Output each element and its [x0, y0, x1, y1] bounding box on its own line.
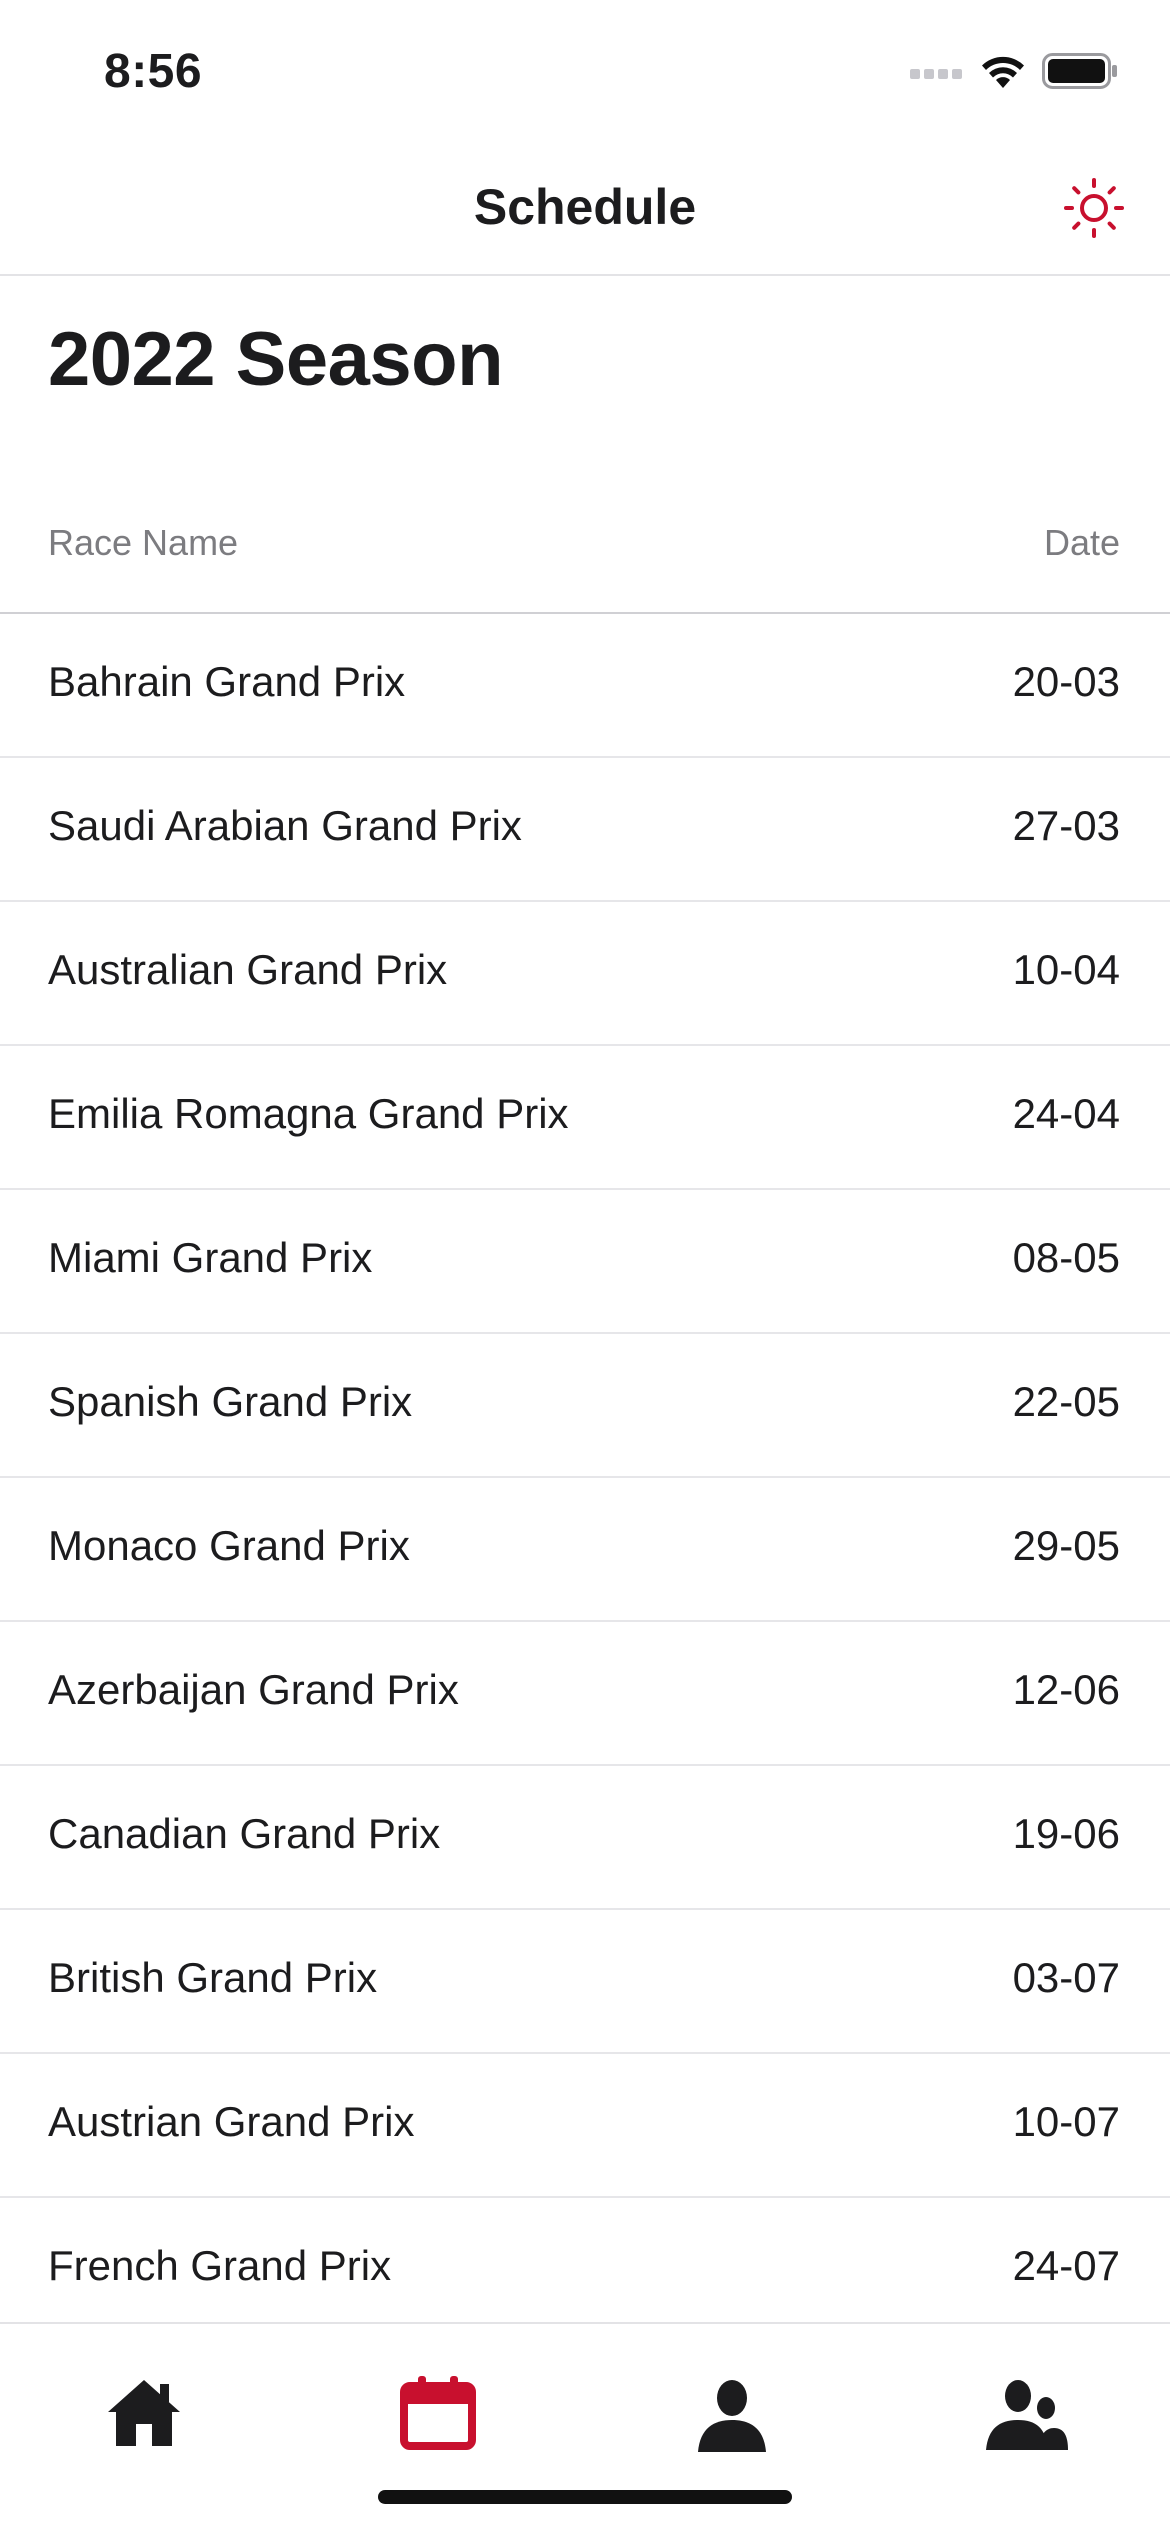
status-bar: 8:56 [0, 0, 1170, 140]
race-name: Australian Grand Prix [48, 946, 448, 993]
race-date: 10-04 [1012, 946, 1120, 993]
season-title: 2022 Season [48, 317, 504, 402]
home-indicator [378, 2490, 792, 2504]
race-name: Monaco Grand Prix [48, 1522, 410, 1569]
race-date: 27-03 [1012, 802, 1120, 849]
race-name: Saudi Arabian Grand Prix [48, 802, 522, 849]
team-icon [986, 2380, 1068, 2450]
race-name: Spanish Grand Prix [48, 1378, 413, 1425]
race-date: 12-06 [1012, 1666, 1120, 1713]
race-row[interactable]: Emilia Romagna Grand Prix 24-04 [0, 1046, 1170, 1190]
race-row[interactable]: Monaco Grand Prix 29-05 [0, 1478, 1170, 1622]
wifi-icon [982, 56, 1024, 88]
driver-icon [698, 2380, 766, 2452]
tab-drivers[interactable] [682, 2362, 782, 2462]
race-name: British Grand Prix [48, 1954, 378, 2001]
race-row[interactable]: Canadian Grand Prix 19-06 [0, 1766, 1170, 1910]
race-row[interactable]: Austrian Grand Prix 10-07 [0, 2054, 1170, 2198]
tab-home[interactable] [94, 2362, 194, 2462]
race-row[interactable]: Spanish Grand Prix 22-05 [0, 1334, 1170, 1478]
race-row[interactable]: Australian Grand Prix 10-04 [0, 902, 1170, 1046]
tab-schedule[interactable] [388, 2362, 488, 2462]
race-date: 03-07 [1012, 1954, 1120, 2001]
column-header-date: Date [1043, 522, 1120, 563]
race-name: French Grand Prix [48, 2242, 392, 2289]
race-name: Miami Grand Prix [48, 1234, 373, 1281]
race-row[interactable]: British Grand Prix 03-07 [0, 1910, 1170, 2054]
race-name: Emilia Romagna Grand Prix [48, 1090, 569, 1137]
race-name: Austrian Grand Prix [48, 2098, 415, 2145]
race-row[interactable]: French Grand Prix 24-07 [0, 2198, 1170, 2342]
race-date: 10-07 [1012, 2098, 1120, 2145]
race-row[interactable]: Miami Grand Prix 08-05 [0, 1190, 1170, 1334]
race-name: Bahrain Grand Prix [48, 658, 406, 705]
race-date: 08-05 [1012, 1234, 1120, 1281]
column-header-race-name: Race Name [48, 522, 239, 563]
tab-teams[interactable] [976, 2362, 1076, 2462]
race-date: 29-05 [1012, 1522, 1120, 1569]
race-name: Canadian Grand Prix [48, 1810, 441, 1857]
sun-icon [1064, 178, 1124, 238]
battery-icon [1042, 53, 1117, 89]
status-time: 8:56 [104, 45, 203, 98]
table-header: Race Name Date [0, 502, 1170, 614]
home-icon [108, 2380, 180, 2446]
race-date: 22-05 [1012, 1378, 1120, 1425]
race-date: 20-03 [1012, 658, 1120, 705]
race-row[interactable]: Bahrain Grand Prix 20-03 [0, 614, 1170, 758]
race-date: 24-07 [1012, 2242, 1120, 2289]
race-list: Bahrain Grand Prix 20-03 Saudi Arabian G… [0, 614, 1170, 2342]
race-row[interactable]: Saudi Arabian Grand Prix 27-03 [0, 758, 1170, 902]
theme-toggle-button[interactable] [1062, 176, 1126, 240]
race-date: 19-06 [1012, 1810, 1120, 1857]
page-title: Schedule [473, 179, 697, 235]
navigation-bar: Schedule [0, 140, 1170, 276]
race-date: 24-04 [1012, 1090, 1120, 1137]
calendar-icon [400, 2376, 476, 2450]
race-row[interactable]: Azerbaijan Grand Prix 12-06 [0, 1622, 1170, 1766]
race-name: Azerbaijan Grand Prix [48, 1666, 459, 1713]
status-icons [910, 52, 1118, 90]
cellular-signal-icon [910, 69, 962, 79]
